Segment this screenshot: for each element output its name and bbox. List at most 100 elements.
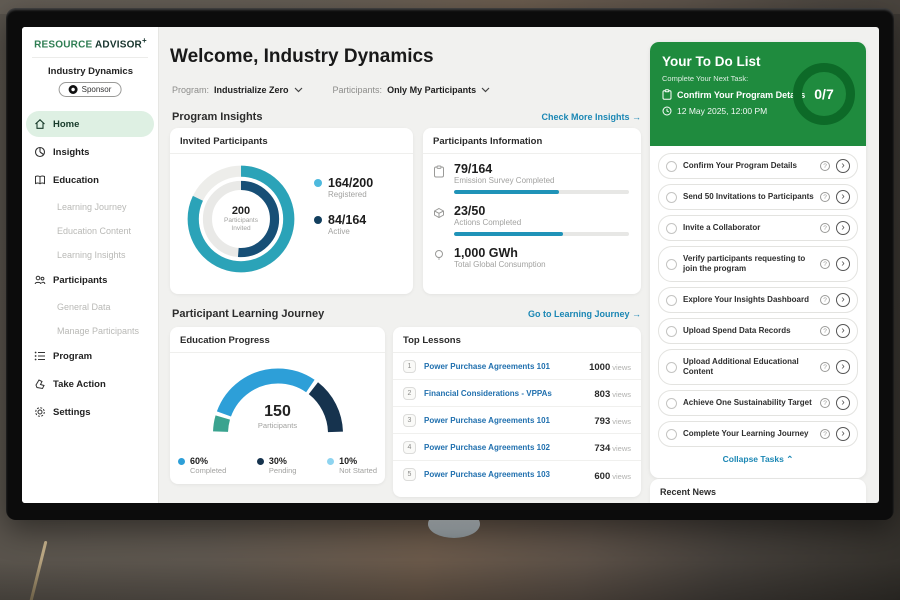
todo-progress-ring: 0/7 — [793, 63, 855, 125]
task-row[interactable]: Explore Your Insights Dashboard ? › — [658, 287, 858, 313]
sidebar-item-education-content[interactable]: Education Content — [26, 219, 154, 243]
task-row[interactable]: Upload Spend Data Records ? › — [658, 318, 858, 344]
task-row[interactable]: Complete Your Learning Journey ? › — [658, 421, 858, 447]
participants-dropdown[interactable]: Participants: Only My Participants — [333, 85, 491, 95]
sidebar-item-take-action[interactable]: Take Action — [26, 371, 154, 397]
info-icon[interactable]: ? — [820, 362, 830, 372]
chevron-right-icon[interactable]: › — [836, 159, 850, 173]
lesson-link[interactable]: Financial Considerations - VPPAs — [424, 389, 586, 398]
gauge-value: 150 — [203, 403, 353, 421]
checkbox-icon[interactable] — [666, 398, 677, 409]
clipboard-icon — [662, 89, 672, 100]
info-icon[interactable]: ? — [820, 192, 830, 202]
sidebar: RESOURCE ADVISOR+ Industry Dynamics Spon… — [22, 27, 159, 503]
info-icon[interactable]: ? — [820, 398, 830, 408]
sidebar-item-manage-participants[interactable]: Manage Participants — [26, 319, 154, 343]
collapse-tasks-link[interactable]: Collapse Tasks ⌃ — [658, 452, 858, 465]
stat-actions: 23/50 Actions Completed — [423, 196, 641, 238]
checkbox-icon[interactable] — [666, 259, 677, 270]
checkbox-icon[interactable] — [666, 295, 677, 306]
program-insights-heading: Program Insights — [172, 111, 262, 123]
background-shadow — [0, 560, 900, 600]
checkbox-icon[interactable] — [666, 223, 677, 234]
lesson-link[interactable]: Power Purchase Agreements 102 — [424, 443, 586, 452]
chevron-right-icon[interactable]: › — [836, 293, 850, 307]
task-row[interactable]: Send 50 Invitations to Participants ? › — [658, 184, 858, 210]
info-icon[interactable]: ? — [820, 223, 830, 233]
sidebar-item-label: Take Action — [53, 379, 106, 390]
info-icon[interactable]: ? — [820, 295, 830, 305]
sidebar-item-participants[interactable]: Participants — [26, 267, 154, 293]
lesson-link[interactable]: Power Purchase Agreements 101 — [424, 416, 586, 425]
sidebar-divider — [32, 57, 148, 58]
chevron-right-icon[interactable]: › — [836, 427, 850, 441]
lesson-rank: 4 — [403, 441, 416, 454]
task-row[interactable]: Confirm Your Program Details ? › — [658, 153, 858, 179]
task-row[interactable]: Invite a Collaborator ? › — [658, 215, 858, 241]
take-action-icon — [34, 378, 46, 390]
info-icon[interactable]: ? — [820, 259, 830, 269]
dashboard-screen: RESOURCE ADVISOR+ Industry Dynamics Spon… — [22, 27, 879, 503]
sidebar-item-learning-insights[interactable]: Learning Insights — [26, 243, 154, 267]
legend-item-pending: 30% Pending — [257, 456, 297, 475]
gauge-center: 150 Participants — [203, 403, 353, 430]
participants-information-title: Participants Information — [423, 128, 641, 154]
chevron-right-icon[interactable]: › — [836, 257, 850, 271]
chevron-right-icon[interactable]: › — [836, 190, 850, 204]
sidebar-item-general-data[interactable]: General Data — [26, 295, 154, 319]
participants-value: Only My Participants — [387, 85, 476, 95]
sidebar-item-program[interactable]: Program — [26, 343, 154, 369]
info-icon[interactable]: ? — [820, 161, 830, 171]
sidebar-item-education[interactable]: Education — [26, 167, 154, 193]
sidebar-item-settings[interactable]: Settings — [26, 399, 154, 425]
actions-icon — [433, 204, 446, 238]
lesson-rank: 1 — [403, 360, 416, 373]
check-more-insights-link[interactable]: Check More Insights → — [541, 112, 641, 122]
info-icon[interactable]: ? — [820, 326, 830, 336]
chevron-down-icon — [294, 87, 303, 93]
todo-next-task: Confirm Your Program Details — [677, 90, 805, 100]
sidebar-item-label: Education — [53, 175, 99, 186]
checkbox-icon[interactable] — [666, 429, 677, 440]
sidebar-item-learning-journey[interactable]: Learning Journey — [26, 195, 154, 219]
task-row[interactable]: Achieve One Sustainability Target ? › — [658, 390, 858, 416]
chevron-down-icon — [481, 87, 490, 93]
stat-consumption: 1,000 GWh Total Global Consumption — [423, 238, 641, 274]
chevron-right-icon[interactable]: › — [836, 396, 850, 410]
participants-information-card: Participants Information 79/164 Emission… — [423, 128, 641, 294]
arrow-right-icon: → — [632, 309, 641, 319]
todo-panel: Your To Do List Complete Your Next Task:… — [650, 42, 866, 478]
info-icon[interactable]: ? — [820, 429, 830, 439]
go-to-learning-journey-link[interactable]: Go to Learning Journey → — [528, 309, 641, 319]
chevron-right-icon[interactable]: › — [836, 324, 850, 338]
program-label: Program: — [172, 85, 209, 95]
checkbox-icon[interactable] — [666, 192, 677, 203]
sidebar-item-home[interactable]: Home — [26, 111, 154, 137]
lesson-link[interactable]: Power Purchase Agreements 101 — [424, 362, 581, 371]
sidebar-item-label: Participants — [53, 275, 107, 286]
education-progress-card: Education Progress 150 Participants 60% … — [170, 327, 385, 484]
todo-datetime: 12 May 2025, 12:00 PM — [677, 106, 767, 116]
legend-item-completed: 60% Completed — [178, 456, 226, 475]
task-row[interactable]: Verify participants requesting to join t… — [658, 246, 858, 282]
legend-dot — [327, 458, 334, 465]
program-dropdown[interactable]: Program: Industrialize Zero — [172, 85, 303, 95]
monitor-bezel: RESOURCE ADVISOR+ Industry Dynamics Spon… — [6, 8, 894, 520]
actions-progress-bar — [454, 232, 629, 236]
sponsor-badge[interactable]: Sponsor — [59, 82, 122, 97]
sidebar-nav: Home Insights Education Learning Journey… — [26, 111, 154, 427]
checkbox-icon[interactable] — [666, 326, 677, 337]
task-row[interactable]: Upload Additional Educational Content ? … — [658, 349, 858, 385]
chevron-right-icon[interactable]: › — [836, 221, 850, 235]
learning-journey-heading: Participant Learning Journey — [172, 308, 324, 320]
checkbox-icon[interactable] — [666, 362, 677, 373]
arrow-right-icon: → — [632, 112, 641, 122]
legend-item-registered: 164/200 Registered — [314, 176, 373, 199]
lesson-rank: 5 — [403, 468, 416, 481]
invited-count-label: Participants Invited — [215, 217, 267, 234]
sidebar-item-insights[interactable]: Insights — [26, 139, 154, 165]
consumption-icon — [433, 246, 446, 274]
chevron-right-icon[interactable]: › — [836, 360, 850, 374]
checkbox-icon[interactable] — [666, 161, 677, 172]
lesson-link[interactable]: Power Purchase Agreements 103 — [424, 470, 586, 479]
